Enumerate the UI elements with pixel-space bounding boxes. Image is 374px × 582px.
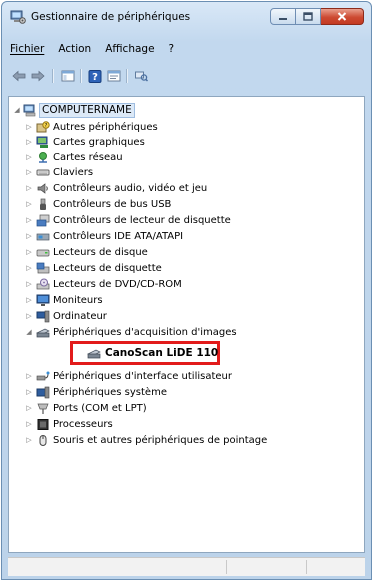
properties-icon — [107, 70, 121, 82]
help-icon: ? — [88, 69, 102, 83]
expand-arrow-icon[interactable]: ▷ — [25, 213, 33, 228]
forward-arrow-icon — [31, 70, 45, 82]
svg-text:?: ? — [45, 123, 48, 129]
mouse-icon — [39, 435, 47, 446]
expand-arrow-icon[interactable]: ▷ — [25, 165, 33, 180]
floppy-drive-icon — [36, 262, 50, 274]
scanner-icon — [87, 349, 101, 359]
collapse-arrow-icon[interactable]: ◢ — [13, 103, 21, 118]
toolbar-separator — [52, 69, 54, 83]
unknown-device-icon: ? — [36, 121, 50, 133]
expand-arrow-icon[interactable]: ▷ — [25, 245, 33, 260]
hid-icon — [36, 371, 50, 381]
display-adapter-icon — [36, 136, 48, 148]
device-manager-app-icon — [10, 10, 26, 24]
port-icon — [37, 403, 49, 414]
expand-arrow-icon[interactable]: ▷ — [25, 293, 33, 308]
expand-arrow-icon[interactable]: ▷ — [25, 309, 33, 324]
maximize-button[interactable] — [296, 8, 321, 25]
close-button[interactable] — [321, 8, 364, 25]
expand-arrow-icon[interactable]: ▷ — [25, 150, 33, 165]
expand-arrow-icon[interactable]: ▷ — [25, 181, 33, 196]
floppy-controller-icon — [36, 214, 50, 227]
status-separator — [226, 560, 227, 574]
expand-arrow-icon[interactable]: ▷ — [25, 369, 33, 384]
network-adapter-icon — [39, 152, 47, 163]
forward-button[interactable] — [29, 68, 47, 84]
expand-arrow-icon[interactable]: ▷ — [25, 197, 33, 212]
menu-help[interactable]: ? — [162, 40, 182, 58]
expand-arrow-icon[interactable]: ▷ — [25, 261, 33, 276]
caption-buttons — [270, 8, 364, 25]
processor-icon — [37, 419, 49, 430]
speaker-icon — [37, 183, 48, 194]
ide-controller-icon — [36, 233, 50, 241]
show-hide-tree-icon — [61, 70, 75, 82]
menu-bar: Fichier Action Affichage ? — [2, 40, 371, 58]
close-icon — [337, 12, 347, 21]
expand-arrow-icon[interactable]: ▷ — [25, 135, 33, 150]
expand-arrow-icon[interactable]: ▷ — [25, 120, 33, 135]
computer-icon — [23, 104, 36, 117]
monitor-icon — [36, 294, 50, 306]
expand-arrow-icon[interactable]: ▷ — [25, 401, 33, 416]
toolbar: ? — [2, 64, 371, 88]
computer-icon — [36, 310, 50, 323]
back-button[interactable] — [10, 68, 28, 84]
expand-arrow-icon[interactable]: ▷ — [25, 385, 33, 400]
expand-arrow-icon[interactable]: ▷ — [25, 417, 33, 432]
expand-arrow-icon[interactable]: ▷ — [25, 433, 33, 448]
title-bar[interactable]: Gestionnaire de périphériques — [2, 2, 371, 32]
collapse-arrow-icon[interactable]: ◢ — [25, 325, 33, 340]
device-tree[interactable]: ◢ COMPUTERNAME ▷ ? Autres périphériques … — [8, 96, 365, 553]
expand-arrow-icon[interactable]: ▷ — [25, 229, 33, 244]
disk-drive-icon — [36, 249, 50, 257]
device-manager-window: Gestionnaire de périphériques Fichier Ac… — [1, 1, 372, 580]
toolbar-separator — [126, 69, 128, 83]
scan-hardware-icon — [135, 71, 148, 82]
status-separator — [306, 560, 307, 574]
svg-text:?: ? — [92, 72, 98, 83]
minimize-icon — [279, 17, 287, 20]
system-device-icon — [36, 386, 50, 399]
toolbar-separator — [80, 69, 82, 83]
show-hide-tree-button[interactable] — [59, 68, 77, 84]
properties-button[interactable] — [105, 68, 123, 84]
usb-icon — [40, 198, 46, 210]
maximize-icon — [303, 12, 313, 21]
back-arrow-icon — [12, 70, 26, 82]
status-bar — [8, 557, 365, 576]
help-button[interactable]: ? — [86, 68, 104, 84]
menu-view[interactable]: Affichage — [98, 40, 161, 58]
minimize-button[interactable] — [270, 8, 296, 25]
scan-hardware-button[interactable] — [132, 68, 150, 84]
menu-file[interactable]: Fichier — [2, 40, 51, 58]
keyboard-icon — [36, 169, 50, 176]
menu-action[interactable]: Action — [51, 40, 98, 58]
dvd-drive-icon — [36, 278, 50, 290]
expand-arrow-icon[interactable]: ▷ — [25, 277, 33, 292]
scanner-icon — [36, 328, 50, 338]
root-label: COMPUTERNAME — [39, 103, 135, 118]
window-title: Gestionnaire de périphériques — [31, 11, 191, 23]
